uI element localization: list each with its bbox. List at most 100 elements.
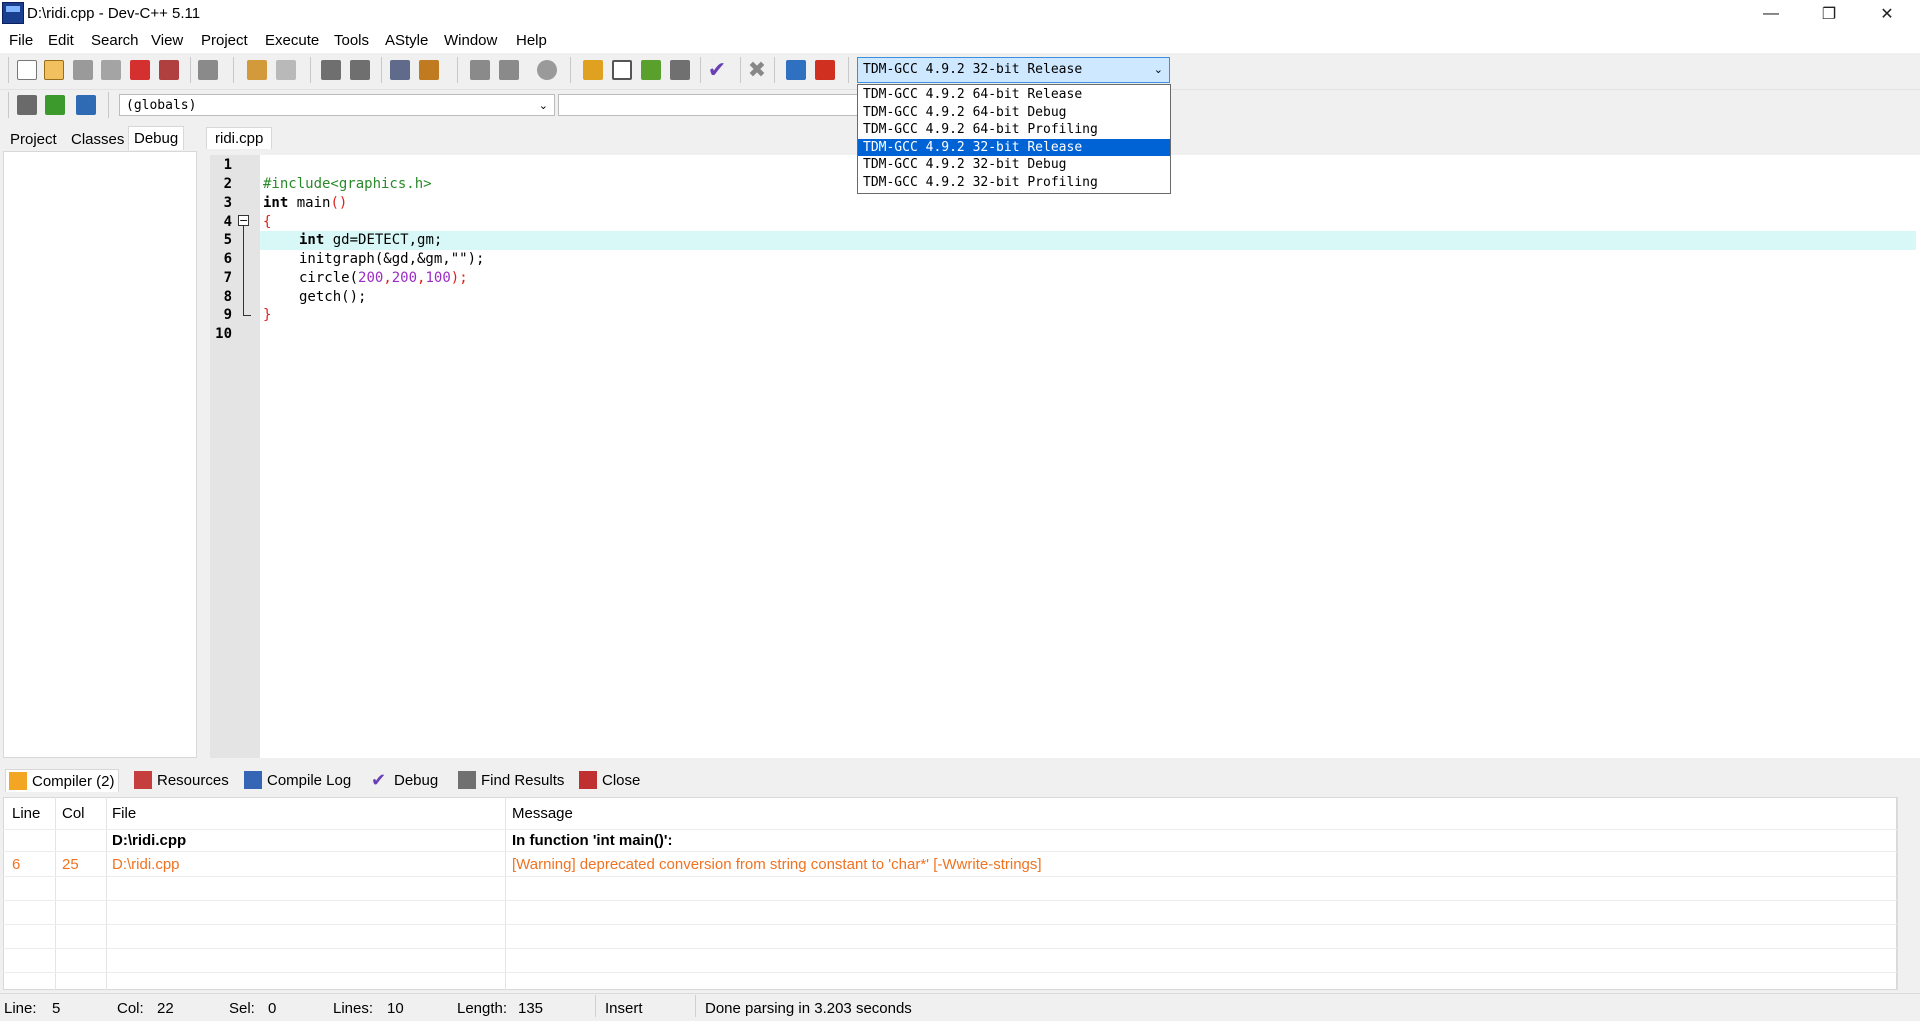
tab-compiler-label: Compiler (2) bbox=[32, 772, 115, 790]
stop-execution-icon[interactable]: ✖ bbox=[747, 59, 767, 81]
menu-search[interactable]: Search bbox=[91, 32, 139, 49]
tab-compile-log[interactable]: Compile Log bbox=[241, 769, 354, 791]
menu-execute[interactable]: Execute bbox=[265, 32, 319, 49]
column-divider bbox=[55, 797, 56, 990]
close-icon[interactable]: ✕ bbox=[1864, 0, 1910, 28]
layout-icon[interactable] bbox=[641, 60, 661, 80]
code-line: initgraph(&gd,&gm,""); bbox=[299, 251, 485, 267]
toggle-icon[interactable] bbox=[45, 95, 65, 115]
row-divider bbox=[3, 924, 1897, 925]
compiler-select-value: TDM-GCC 4.9.2 32-bit Release bbox=[863, 62, 1083, 77]
status-divider bbox=[595, 995, 596, 1017]
toolbar-separator bbox=[233, 57, 234, 83]
close-file-icon[interactable] bbox=[130, 60, 150, 80]
tab-debug-bottom[interactable]: ✔ Debug bbox=[368, 769, 441, 791]
status-line-label: Line: bbox=[4, 1000, 37, 1017]
compiler-messages-table bbox=[3, 797, 1897, 990]
forward-icon[interactable] bbox=[499, 60, 519, 80]
project-grid-icon[interactable] bbox=[583, 60, 603, 80]
back-icon[interactable] bbox=[470, 60, 490, 80]
member-select[interactable] bbox=[558, 94, 858, 116]
goto-icon[interactable] bbox=[76, 95, 96, 115]
table-cell-line[interactable]: 6 bbox=[12, 856, 20, 873]
find-icon[interactable] bbox=[321, 60, 341, 80]
line-number: 6 bbox=[223, 251, 232, 267]
close-all-icon[interactable] bbox=[159, 60, 179, 80]
compiler-select[interactable]: TDM-GCC 4.9.2 32-bit Release ⌄ bbox=[857, 57, 1170, 83]
table-cell-file[interactable]: D:\ridi.cpp bbox=[112, 856, 180, 873]
save-all-icon[interactable] bbox=[101, 60, 121, 80]
code-text: main bbox=[288, 195, 331, 211]
column-header-message[interactable]: Message bbox=[512, 805, 573, 822]
current-line-highlight bbox=[260, 231, 1916, 250]
grid-view-icon[interactable] bbox=[670, 60, 690, 80]
column-header-file[interactable]: File bbox=[112, 805, 136, 822]
undo-icon[interactable] bbox=[247, 60, 267, 80]
editor-tab-ridi[interactable]: ridi.cpp bbox=[206, 127, 273, 149]
tab-classes[interactable]: Classes bbox=[66, 128, 129, 151]
compiler-option[interactable]: TDM-GCC 4.9.2 64-bit Release bbox=[858, 86, 1170, 104]
compile-log-chart-icon bbox=[244, 771, 262, 789]
code-symbol: ); bbox=[450, 270, 468, 286]
table-cell-col[interactable]: 25 bbox=[62, 856, 79, 873]
window-icon[interactable] bbox=[612, 60, 632, 80]
menu-file[interactable]: File bbox=[9, 32, 33, 49]
indent-icon[interactable] bbox=[390, 60, 410, 80]
tab-resources-label: Resources bbox=[157, 771, 229, 789]
window-title: D:\ridi.cpp - Dev-C++ 5.11 bbox=[27, 5, 201, 22]
compiler-option[interactable]: TDM-GCC 4.9.2 64-bit Profiling bbox=[858, 121, 1170, 139]
replace-icon[interactable] bbox=[350, 60, 370, 80]
column-header-col[interactable]: Col bbox=[62, 805, 85, 822]
table-cell-file[interactable]: D:\ridi.cpp bbox=[112, 832, 186, 849]
vertical-scrollbar[interactable] bbox=[1897, 797, 1918, 990]
open-file-icon[interactable] bbox=[44, 60, 64, 80]
menu-view[interactable]: View bbox=[151, 32, 183, 49]
insert-icon[interactable] bbox=[17, 95, 37, 115]
new-file-icon[interactable] bbox=[17, 60, 37, 80]
compiler-option-selected[interactable]: TDM-GCC 4.9.2 32-bit Release bbox=[858, 138, 1170, 156]
compiler-option[interactable]: TDM-GCC 4.9.2 64-bit Debug bbox=[858, 104, 1170, 122]
line-number: 1 bbox=[223, 157, 232, 173]
chevron-down-icon[interactable]: ⌄ bbox=[539, 95, 548, 117]
goto-line-icon[interactable] bbox=[537, 60, 557, 80]
menu-edit[interactable]: Edit bbox=[48, 32, 74, 49]
compiler-option[interactable]: TDM-GCC 4.9.2 32-bit Profiling bbox=[858, 174, 1170, 192]
minimize-icon[interactable]: — bbox=[1748, 0, 1794, 28]
unindent-icon[interactable] bbox=[419, 60, 439, 80]
check-syntax-icon[interactable]: ✔ bbox=[707, 59, 727, 81]
redo-icon[interactable] bbox=[276, 60, 296, 80]
toolbar-separator bbox=[570, 57, 571, 83]
compiler-option[interactable]: TDM-GCC 4.9.2 32-bit Debug bbox=[858, 156, 1170, 174]
tab-resources[interactable]: Resources bbox=[131, 769, 232, 791]
menu-help[interactable]: Help bbox=[516, 32, 547, 49]
tab-debug[interactable]: Debug bbox=[128, 126, 185, 150]
column-divider bbox=[505, 797, 506, 990]
table-cell-message[interactable]: In function 'int main()': bbox=[512, 832, 672, 849]
column-header-line[interactable]: Line bbox=[12, 805, 40, 822]
restore-icon[interactable]: ❐ bbox=[1806, 0, 1852, 28]
profile-chart-icon[interactable] bbox=[786, 60, 806, 80]
tab-compiler[interactable]: Compiler (2) bbox=[5, 769, 119, 792]
toolbar-grip bbox=[8, 92, 9, 118]
delete-profile-icon[interactable] bbox=[815, 60, 835, 80]
chevron-down-icon[interactable]: ⌄ bbox=[1154, 58, 1163, 82]
menu-project[interactable]: Project bbox=[201, 32, 248, 49]
tab-find-results[interactable]: Find Results bbox=[455, 769, 567, 791]
toolbar-separator bbox=[740, 57, 741, 83]
line-number: 3 bbox=[223, 195, 232, 211]
menu-window[interactable]: Window bbox=[444, 32, 497, 49]
menu-astyle[interactable]: AStyle bbox=[385, 32, 428, 49]
print-icon[interactable] bbox=[198, 60, 218, 80]
save-icon[interactable] bbox=[73, 60, 93, 80]
fold-line bbox=[243, 226, 244, 316]
row-divider bbox=[3, 948, 1897, 949]
fold-collapse-icon[interactable]: − bbox=[238, 215, 249, 226]
line-number: 7 bbox=[223, 270, 232, 286]
code-line: int main() bbox=[263, 194, 347, 213]
tab-close[interactable]: Close bbox=[576, 769, 643, 791]
globals-select[interactable]: (globals) ⌄ bbox=[119, 94, 555, 116]
table-cell-message[interactable]: [Warning] deprecated conversion from str… bbox=[512, 856, 1042, 873]
tab-project[interactable]: Project bbox=[5, 128, 62, 151]
compiler-grid-icon bbox=[9, 772, 27, 790]
menu-tools[interactable]: Tools bbox=[334, 32, 369, 49]
